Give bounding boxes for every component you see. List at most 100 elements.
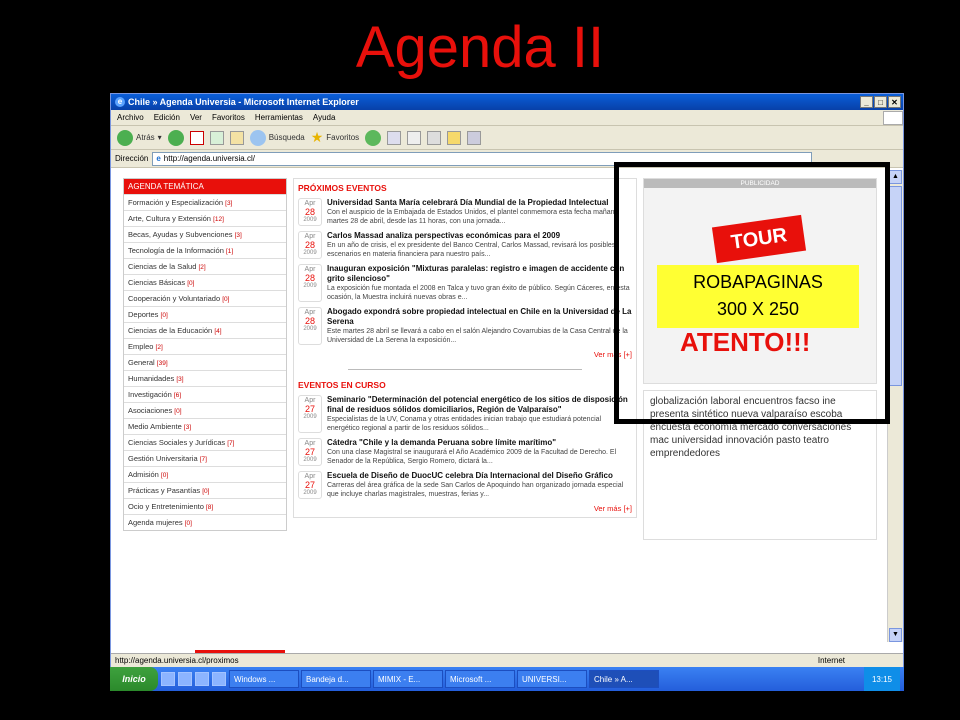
menu-archivo[interactable]: Archivo xyxy=(117,113,144,122)
agenda-item[interactable]: Cooperación y Voluntariado [0] xyxy=(124,290,286,306)
scroll-thumb[interactable] xyxy=(889,186,902,386)
quicklaunch-excel-icon[interactable] xyxy=(195,672,209,686)
maximize-button[interactable]: □ xyxy=(874,96,887,108)
event-title-link[interactable]: Abogado expondrá sobre propiedad intelec… xyxy=(327,307,632,327)
agenda-item[interactable]: Investigación [6] xyxy=(124,386,286,402)
agenda-item[interactable]: Medio Ambiente [3] xyxy=(124,418,286,434)
agenda-item[interactable]: Agenda mujeres [0] xyxy=(124,514,286,530)
stop-icon[interactable] xyxy=(189,130,204,145)
agenda-item-count: [39] xyxy=(156,360,168,367)
agenda-item-label: Asociaciones xyxy=(128,406,173,415)
agenda-item-count: [2] xyxy=(155,344,163,351)
agenda-item-label: Ciencias de la Salud xyxy=(128,262,197,271)
taskbar-item[interactable]: UNIVERSI... xyxy=(517,670,587,688)
event-month: Apr xyxy=(304,397,316,404)
event-body: Cátedra "Chile y la demanda Peruana sobr… xyxy=(327,438,632,466)
agenda-item-count: [12] xyxy=(213,216,224,223)
taskbar-item[interactable]: Windows ... xyxy=(229,670,299,688)
agenda-item[interactable]: Tecnología de la Información [1] xyxy=(124,242,286,258)
back-button[interactable]: Atrás ▾ xyxy=(117,129,162,146)
favorites-button[interactable]: ★ Favoritos xyxy=(311,129,359,146)
agenda-item-count: [0] xyxy=(160,472,169,479)
scroll-down-icon[interactable]: ▼ xyxy=(889,628,902,642)
start-button[interactable]: Inicio xyxy=(110,667,158,691)
encurso-ver-mas-link[interactable]: Ver más [+] xyxy=(298,504,632,513)
agenda-item[interactable]: Ciencias de la Salud [2] xyxy=(124,258,286,274)
agenda-item[interactable]: Becas, Ayudas y Subvenciones [3] xyxy=(124,226,286,242)
event-body: Inauguran exposición "Mixturas paralelas… xyxy=(327,264,632,302)
menu-favoritos[interactable]: Favoritos xyxy=(212,113,245,122)
agenda-item-count: [2] xyxy=(198,264,206,271)
home-icon[interactable] xyxy=(229,130,244,145)
edit-icon[interactable] xyxy=(427,130,442,145)
agenda-item-label: Formación y Especialización xyxy=(128,198,224,207)
agenda-item[interactable]: Prácticas y Pasantías [0] xyxy=(124,482,286,498)
quicklaunch-ie-icon[interactable] xyxy=(161,672,175,686)
agenda-item-count: [4] xyxy=(214,328,222,335)
agenda-item-label: Empleo xyxy=(128,342,154,351)
quicklaunch-desktop-icon[interactable] xyxy=(178,672,192,686)
scroll-up-icon[interactable]: ▲ xyxy=(889,170,902,184)
menu-edicion[interactable]: Edición xyxy=(154,113,180,122)
agenda-item[interactable]: General [39] xyxy=(124,354,286,370)
page-content: AGENDA TEMÁTICA Formación y Especializac… xyxy=(111,170,887,642)
event-title-link[interactable]: Cátedra "Chile y la demanda Peruana sobr… xyxy=(327,438,632,448)
close-button[interactable]: ✕ xyxy=(888,96,901,108)
slide-title: Agenda II xyxy=(355,15,605,80)
event-title-link[interactable]: Inauguran exposición "Mixturas paralelas… xyxy=(327,264,632,284)
agenda-item[interactable]: Asociaciones [0] xyxy=(124,402,286,418)
quicklaunch-word-icon[interactable] xyxy=(212,672,226,686)
agenda-item[interactable]: Deportes [0] xyxy=(124,306,286,322)
windows-logo-icon xyxy=(883,110,903,125)
print-icon[interactable] xyxy=(407,130,422,145)
agenda-item[interactable]: Gestión Universitaria [7] xyxy=(124,450,286,466)
mail-icon[interactable] xyxy=(387,130,402,145)
event-day: 27 xyxy=(304,447,315,457)
event-title-link[interactable]: Carlos Massad analiza perspectivas econó… xyxy=(327,231,632,241)
agenda-item[interactable]: Formación y Especialización [3] xyxy=(124,194,286,210)
folder-icon[interactable] xyxy=(447,130,462,145)
taskbar-item[interactable]: MIMIX - E... xyxy=(373,670,443,688)
event-year: 2009 xyxy=(303,326,317,332)
history-icon[interactable] xyxy=(365,129,382,146)
agenda-item-label: Humanidades xyxy=(128,374,175,383)
event-description: Este martes 28 abril se llevará a cabo e… xyxy=(327,328,628,344)
taskbar-item[interactable]: Bandeja d... xyxy=(301,670,371,688)
agenda-item[interactable]: Admisión [0] xyxy=(124,466,286,482)
event-month: Apr xyxy=(304,309,316,316)
refresh-icon[interactable] xyxy=(209,130,224,145)
event-month: Apr xyxy=(304,233,316,240)
events-panel: PRÓXIMOS EVENTOS Apr 28 2009 Universidad Sa… xyxy=(293,178,637,518)
agenda-item-count: [8] xyxy=(205,504,214,511)
menu-herramientas[interactable]: Herramientas xyxy=(255,113,303,122)
event-year: 2009 xyxy=(303,217,317,223)
agenda-item[interactable]: Ciencias Sociales y Jurídicas [7] xyxy=(124,434,286,450)
messenger-icon[interactable] xyxy=(467,130,482,145)
event-title-link[interactable]: Escuela de Diseño de DuocUC celebra Día … xyxy=(327,471,632,481)
agenda-item-label: Investigación xyxy=(128,390,172,399)
agenda-tematica: AGENDA TEMÁTICA Formación y Especializac… xyxy=(123,178,287,531)
event-title-link[interactable]: Seminario "Determinación del potencial e… xyxy=(327,395,632,415)
status-bar: http://agenda.universia.cl/proximos Inte… xyxy=(111,653,903,667)
taskbar-item[interactable]: Chile » A... xyxy=(589,670,659,688)
agenda-item[interactable]: Ocio y Entretenimiento [8] xyxy=(124,498,286,514)
event-description: Especialistas de la UV, Conama y otras e… xyxy=(327,416,602,432)
event-date: Apr 27 2009 xyxy=(298,395,322,433)
event-title-link[interactable]: Universidad Santa María celebrará Día Mu… xyxy=(327,198,632,208)
agenda-item[interactable]: Humanidades [3] xyxy=(124,370,286,386)
vertical-scrollbar[interactable]: ▲ ▼ xyxy=(887,170,903,642)
agenda-item[interactable]: Empleo [2] xyxy=(124,338,286,354)
menu-ver[interactable]: Ver xyxy=(190,113,202,122)
address-input[interactable]: e http://agenda.universia.cl/ xyxy=(152,151,813,166)
minimize-button[interactable]: _ xyxy=(860,96,873,108)
proximos-ver-mas-link[interactable]: Ver más [+] xyxy=(298,350,632,359)
agenda-item[interactable]: Arte, Cultura y Extensión [12] xyxy=(124,210,286,226)
taskbar-item[interactable]: Microsoft ... xyxy=(445,670,515,688)
tag-cloud[interactable]: globalización laboral encuentros facso i… xyxy=(643,390,877,540)
search-button[interactable]: Búsqueda xyxy=(249,129,305,146)
menu-ayuda[interactable]: Ayuda xyxy=(313,113,336,122)
agenda-item[interactable]: Ciencias Básicas [0] xyxy=(124,274,286,290)
forward-button[interactable] xyxy=(167,129,184,146)
agenda-item-count: [3] xyxy=(225,200,233,207)
agenda-item[interactable]: Ciencias de la Educación [4] xyxy=(124,322,286,338)
